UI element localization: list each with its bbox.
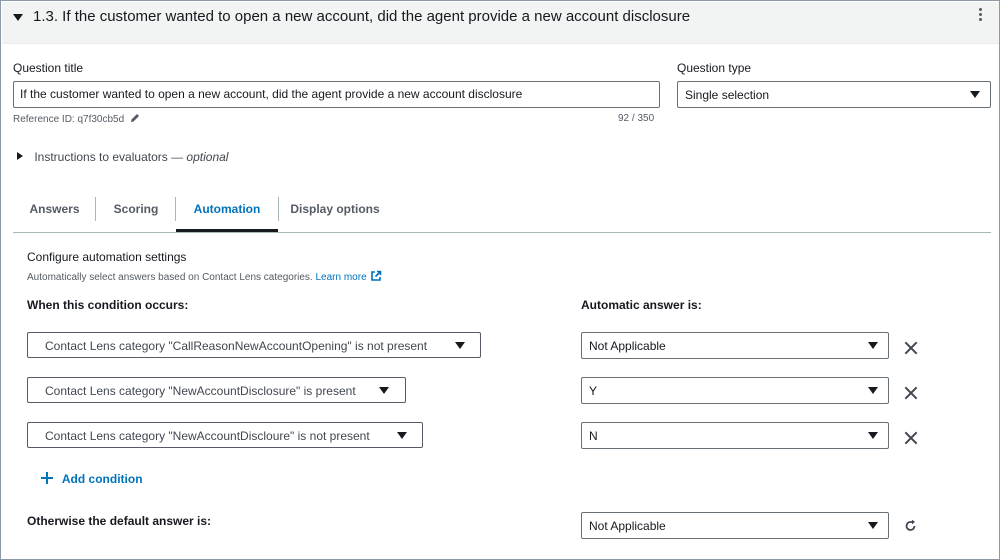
answer-select[interactable]: Not Applicable (581, 332, 889, 359)
answer-column-header: Automatic answer is: (581, 298, 702, 312)
char-count: 92 / 350 (618, 113, 655, 124)
answer-select[interactable]: N (581, 422, 889, 449)
condition-value: Contact Lens category "NewAccountDisclos… (45, 384, 356, 398)
default-answer-select[interactable]: Not Applicable (581, 512, 889, 539)
answer-value: N (589, 429, 598, 443)
remove-condition-icon[interactable] (904, 431, 918, 445)
remove-condition-icon[interactable] (904, 386, 918, 400)
default-answer-label: Otherwise the default answer is: (27, 514, 212, 528)
condition-value: Contact Lens category "CallReasonNewAcco… (45, 339, 428, 353)
dropdown-caret-icon (868, 522, 878, 529)
condition-value: Contact Lens category "NewAccountDisclou… (45, 429, 370, 443)
default-answer-value: Not Applicable (589, 519, 666, 533)
reference-id: Reference ID: q7f30cb5d (13, 113, 140, 125)
plus-icon (41, 472, 53, 484)
question-panel: 1.3. If the customer wanted to open a ne… (0, 0, 1000, 560)
question-heading: 1.3. If the customer wanted to open a ne… (33, 8, 691, 25)
add-condition-button[interactable]: Add condition (41, 472, 143, 486)
tab-divider (278, 197, 279, 221)
tab-automation[interactable]: Automation (176, 195, 278, 232)
automation-description: Automatically select answers based on Co… (27, 270, 382, 283)
condition-select[interactable]: Contact Lens category "NewAccountDisclou… (27, 422, 423, 448)
question-title-input[interactable]: If the customer wanted to open a new acc… (13, 81, 660, 108)
reset-icon[interactable] (904, 519, 918, 533)
dropdown-caret-icon (868, 342, 878, 349)
instructions-toggle[interactable]: Instructions to evaluators — optional (17, 150, 228, 164)
automation-heading: Configure automation settings (27, 250, 187, 264)
answer-value: Not Applicable (589, 339, 666, 353)
expand-caret-icon (17, 152, 23, 160)
collapse-caret-icon[interactable] (13, 14, 23, 21)
question-title-label: Question title (13, 61, 84, 75)
kebab-icon[interactable] (976, 8, 984, 24)
tab-scoring[interactable]: Scoring (101, 195, 171, 232)
answer-value: Y (589, 384, 598, 398)
dropdown-caret-icon (379, 387, 389, 394)
dropdown-caret-icon (868, 387, 878, 394)
dropdown-caret-icon (455, 342, 465, 349)
condition-select[interactable]: Contact Lens category "NewAccountDisclos… (27, 377, 406, 403)
question-type-value: Single selection (685, 88, 770, 102)
tab-bar: Answers Scoring Automation Display optio… (13, 195, 991, 233)
instructions-label: Instructions to evaluators (34, 150, 168, 164)
add-condition-label: Add condition (61, 472, 143, 486)
tab-divider (95, 197, 96, 221)
automation-description-text: Automatically select answers based on Co… (27, 272, 313, 283)
reference-id-text: Reference ID: q7f30cb5d (13, 114, 125, 125)
condition-select[interactable]: Contact Lens category "CallReasonNewAcco… (27, 332, 481, 358)
pencil-icon[interactable] (130, 113, 140, 123)
dropdown-caret-icon (970, 91, 980, 98)
question-type-label: Question type (677, 61, 752, 75)
tab-answers[interactable]: Answers (17, 195, 92, 232)
instructions-optional: — optional (171, 150, 229, 164)
question-header[interactable]: 1.3. If the customer wanted to open a ne… (2, 2, 999, 44)
learn-more-link[interactable]: Learn more (316, 272, 367, 283)
condition-column-header: When this condition occurs: (27, 298, 189, 312)
answer-select[interactable]: Y (581, 377, 889, 404)
dropdown-caret-icon (397, 432, 407, 439)
dropdown-caret-icon (868, 432, 878, 439)
question-type-select[interactable]: Single selection (677, 81, 991, 108)
external-link-icon[interactable] (370, 270, 382, 282)
remove-condition-icon[interactable] (904, 341, 918, 355)
tab-display-options[interactable]: Display options (285, 195, 385, 232)
